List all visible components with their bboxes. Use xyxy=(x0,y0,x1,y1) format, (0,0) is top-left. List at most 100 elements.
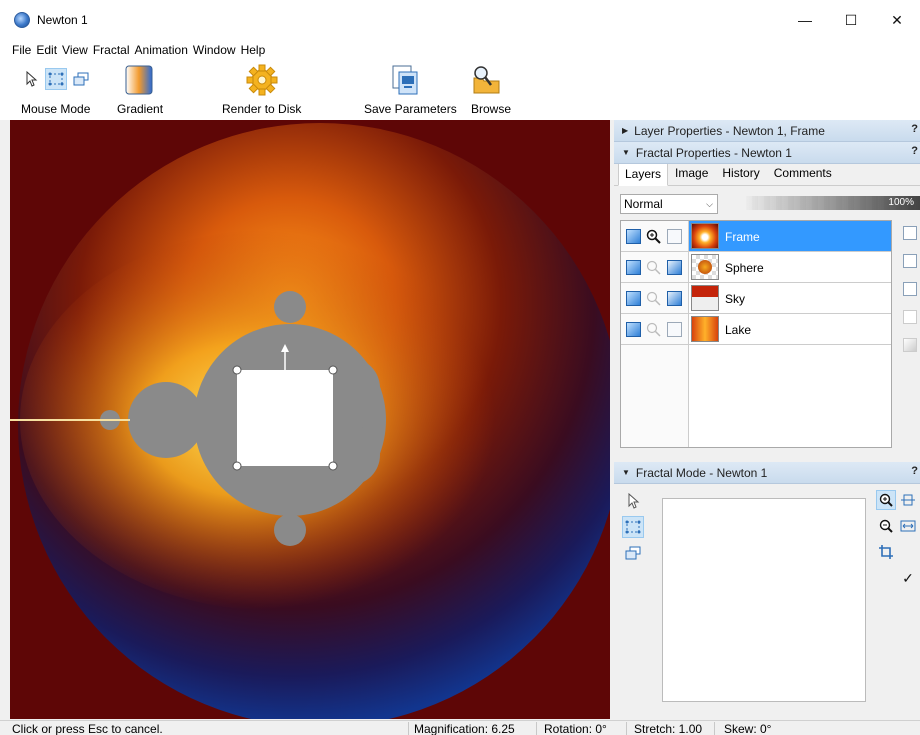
fractal-image[interactable] xyxy=(10,120,610,719)
apply-check-icon[interactable]: ✓ xyxy=(898,568,918,588)
layer-thumbnail xyxy=(691,285,719,311)
layer-thumbnail xyxy=(691,254,719,280)
move-button[interactable] xyxy=(898,490,918,510)
layer-properties-header[interactable]: ▶ Layer Properties - Newton 1, Frame ? xyxy=(614,120,920,142)
toolbar: Mouse Mode Gradient Render to Disk Save … xyxy=(0,60,920,120)
layer-name-area[interactable]: Sphere xyxy=(689,252,891,282)
select-mode-button[interactable] xyxy=(45,68,67,90)
status-bar: Click or press Esc to cancel. Magnificat… xyxy=(0,720,920,735)
layer-checkbox[interactable] xyxy=(667,229,682,244)
merge-layer-icon xyxy=(903,310,917,324)
magnifier-icon[interactable] xyxy=(646,260,661,275)
collapse-arrow-icon: ▼ xyxy=(622,148,630,157)
browse-button[interactable] xyxy=(470,64,502,99)
blend-mode-select[interactable]: Normal ⌵ xyxy=(620,194,718,214)
layer-name-area[interactable]: Sky xyxy=(689,283,891,313)
minimize-button[interactable]: — xyxy=(782,0,828,40)
menu-file[interactable]: File xyxy=(12,43,31,57)
close-button[interactable]: ✕ xyxy=(874,0,920,40)
menu-fractal[interactable]: Fractal xyxy=(93,43,130,57)
help-icon[interactable]: ? xyxy=(911,123,918,135)
opacity-value: 100% xyxy=(888,197,914,208)
layer-name-area[interactable]: Frame xyxy=(689,221,891,251)
layer-thumbnail xyxy=(691,223,719,249)
gradient-label: Gradient xyxy=(117,102,164,116)
right-panel: ▶ Layer Properties - Newton 1, Frame ? ▼… xyxy=(614,120,920,719)
browse-label: Browse xyxy=(471,102,512,116)
layer-row-frame[interactable]: Frame xyxy=(621,221,891,252)
layer-mask-icon[interactable] xyxy=(667,260,682,275)
render-to-disk-button[interactable] xyxy=(245,64,279,99)
status-magnification: Magnification: 6.25 xyxy=(414,722,515,735)
blend-mode-value: Normal xyxy=(624,197,663,211)
pointer-icon xyxy=(628,493,640,509)
layer-visible-icon[interactable] xyxy=(626,229,641,244)
help-icon[interactable]: ? xyxy=(911,465,918,477)
remove-layer-icon[interactable] xyxy=(903,254,917,268)
zoom-in-icon xyxy=(879,493,893,507)
magnifier-icon[interactable] xyxy=(646,322,661,337)
select-box-icon xyxy=(48,72,64,86)
status-rotation: Rotation: 0° xyxy=(544,722,607,735)
menu-window[interactable]: Window xyxy=(193,43,236,57)
menu-help[interactable]: Help xyxy=(241,43,266,57)
window-mode-button[interactable] xyxy=(70,68,92,90)
tab-layers[interactable]: Layers xyxy=(618,163,669,186)
layer-visible-icon[interactable] xyxy=(626,260,641,275)
window-tool-button[interactable] xyxy=(622,542,644,564)
title-bar: Newton 1 — ☐ ✕ xyxy=(0,0,920,40)
gradient-button[interactable] xyxy=(124,64,154,99)
zoom-out-button[interactable] xyxy=(876,516,896,536)
layer-visible-icon[interactable] xyxy=(626,291,641,306)
layer-name-area[interactable]: Lake xyxy=(689,314,891,344)
save-parameters-label: Save Parameters xyxy=(364,102,457,116)
gradient-icon xyxy=(125,65,153,95)
crop-icon xyxy=(879,545,893,559)
layer-row-sky[interactable]: Sky xyxy=(621,283,891,314)
zoom-in-button[interactable] xyxy=(876,490,896,510)
layer-visible-icon[interactable] xyxy=(626,322,641,337)
layer-checkbox[interactable] xyxy=(667,322,682,337)
tab-comments[interactable]: Comments xyxy=(767,162,839,185)
maximize-button[interactable]: ☐ xyxy=(828,0,874,40)
status-stretch: Stretch: 1.00 xyxy=(634,722,703,735)
stretch-button[interactable] xyxy=(898,516,918,536)
layer-mask-icon[interactable] xyxy=(667,291,682,306)
clear-layer-icon xyxy=(903,338,917,352)
select-tool-button[interactable] xyxy=(622,516,644,538)
fractal-mode-tools xyxy=(622,490,646,568)
layer-thumbnail xyxy=(691,316,719,342)
chevron-down-icon: ⌵ xyxy=(706,199,713,209)
save-parameters-button[interactable] xyxy=(390,64,422,99)
fractal-mode-title: Fractal Mode - Newton 1 xyxy=(635,465,768,480)
help-icon[interactable]: ? xyxy=(911,145,918,157)
layer-name: Frame xyxy=(725,230,760,244)
tab-history[interactable]: History xyxy=(715,162,766,185)
tab-image[interactable]: Image xyxy=(668,162,715,185)
layer-row-lake[interactable]: Lake xyxy=(621,314,891,345)
fractal-properties-title: Fractal Properties - Newton 1 xyxy=(635,145,792,160)
layer-row-sphere[interactable]: Sphere xyxy=(621,252,891,283)
fractal-properties-header[interactable]: ▼ Fractal Properties - Newton 1 ? xyxy=(614,142,920,164)
menu-edit[interactable]: Edit xyxy=(36,43,57,57)
pointer-mode-button[interactable] xyxy=(20,68,42,90)
layer-properties-title: Layer Properties - Newton 1, Frame xyxy=(634,123,825,138)
fractal-canvas[interactable] xyxy=(10,120,610,719)
window-title: Newton 1 xyxy=(37,13,88,27)
add-layer-icon[interactable] xyxy=(903,226,917,240)
move-icon xyxy=(901,494,915,506)
layers-list: Frame Sphere Sky Lake xyxy=(620,220,892,448)
magnifier-icon[interactable] xyxy=(646,291,661,306)
menu-bar: File Edit View Fractal Animation Window … xyxy=(0,40,920,60)
menu-animation[interactable]: Animation xyxy=(135,43,188,57)
fractal-mode-preview[interactable] xyxy=(662,498,866,702)
properties-tabs: Layers Image History Comments xyxy=(614,162,920,186)
opacity-slider[interactable]: 100% xyxy=(746,196,920,210)
menu-view[interactable]: View xyxy=(62,43,88,57)
pointer-tool-button[interactable] xyxy=(622,490,644,512)
expand-arrow-icon: ▶ xyxy=(622,126,629,135)
fractal-mode-header[interactable]: ▼ Fractal Mode - Newton 1 ? xyxy=(614,462,920,484)
crop-button[interactable] xyxy=(876,542,896,562)
duplicate-layer-icon[interactable] xyxy=(903,282,917,296)
magnifier-icon[interactable] xyxy=(646,229,661,244)
